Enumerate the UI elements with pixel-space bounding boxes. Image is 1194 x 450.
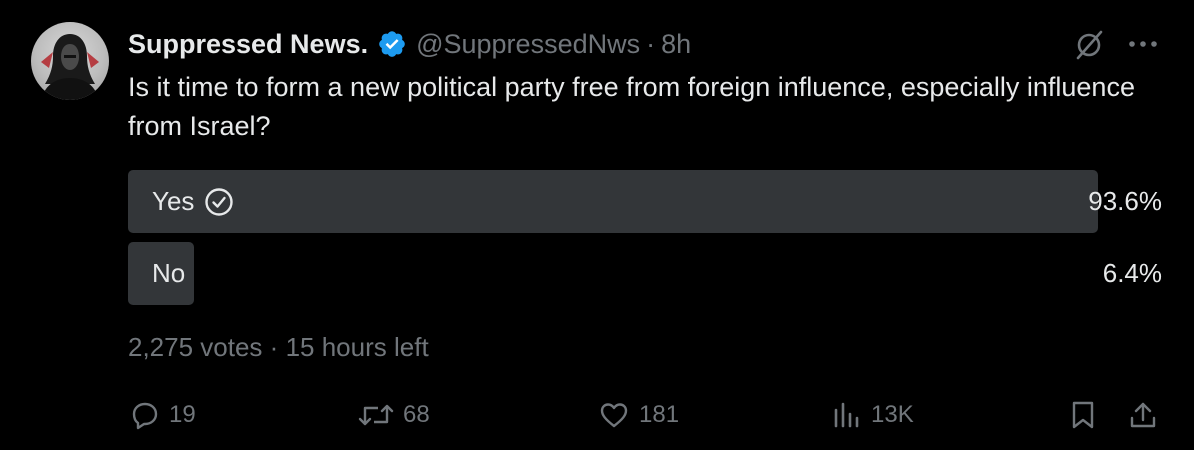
share-button[interactable]	[1128, 393, 1158, 437]
more-icon[interactable]	[1126, 34, 1160, 54]
action-bar: 19 68 181 13K	[0, 393, 1194, 437]
poll-option-no: No 6.4%	[128, 242, 1164, 305]
author-handle[interactable]: @SuppressedNws	[416, 29, 640, 60]
poll-votes: 2,275 votes	[128, 332, 263, 362]
tweet-text: Is it time to form a new political party…	[128, 72, 1135, 141]
poll-bar-yes	[128, 170, 1098, 233]
avatar-image	[41, 34, 99, 100]
poll-meta: 2,275 votes · 15 hours left	[128, 332, 429, 363]
like-button[interactable]: 181	[598, 393, 679, 437]
repost-icon	[358, 404, 394, 426]
views-icon	[834, 402, 859, 428]
bookmark-button[interactable]	[1068, 393, 1098, 437]
poll-meta-separator: ·	[269, 332, 279, 362]
reply-icon	[132, 402, 158, 430]
reply-count: 19	[169, 401, 196, 428]
views-count: 13K	[871, 401, 914, 428]
repost-button[interactable]: 68	[358, 393, 430, 437]
like-count: 181	[639, 401, 680, 428]
bookmark-icon	[1072, 401, 1094, 429]
avatar[interactable]	[31, 22, 109, 100]
repost-count: 68	[403, 401, 430, 428]
poll-option-percent: 93.6%	[1088, 186, 1162, 216]
verified-badge-icon[interactable]	[377, 29, 407, 59]
views-button[interactable]: 13K	[832, 393, 914, 437]
poll-option-percent: 6.4%	[1102, 258, 1162, 288]
poll-option-yes: Yes 93.6%	[128, 170, 1164, 233]
reply-button[interactable]: 19	[130, 393, 196, 437]
header-separator: ·	[646, 28, 656, 59]
poll-option-label: Yes	[152, 186, 195, 216]
tweet-header: Suppressed News. @SuppressedNws · 8h	[128, 24, 691, 64]
check-circle-icon	[205, 187, 234, 216]
poll-option-label: No	[152, 258, 186, 288]
author-name[interactable]: Suppressed News.	[128, 29, 368, 60]
like-icon	[600, 403, 628, 428]
share-icon	[1130, 402, 1156, 428]
grok-icon[interactable]	[1072, 28, 1106, 62]
tweet-time[interactable]: 8h	[661, 29, 691, 60]
poll-time-left: 15 hours left	[285, 332, 429, 362]
